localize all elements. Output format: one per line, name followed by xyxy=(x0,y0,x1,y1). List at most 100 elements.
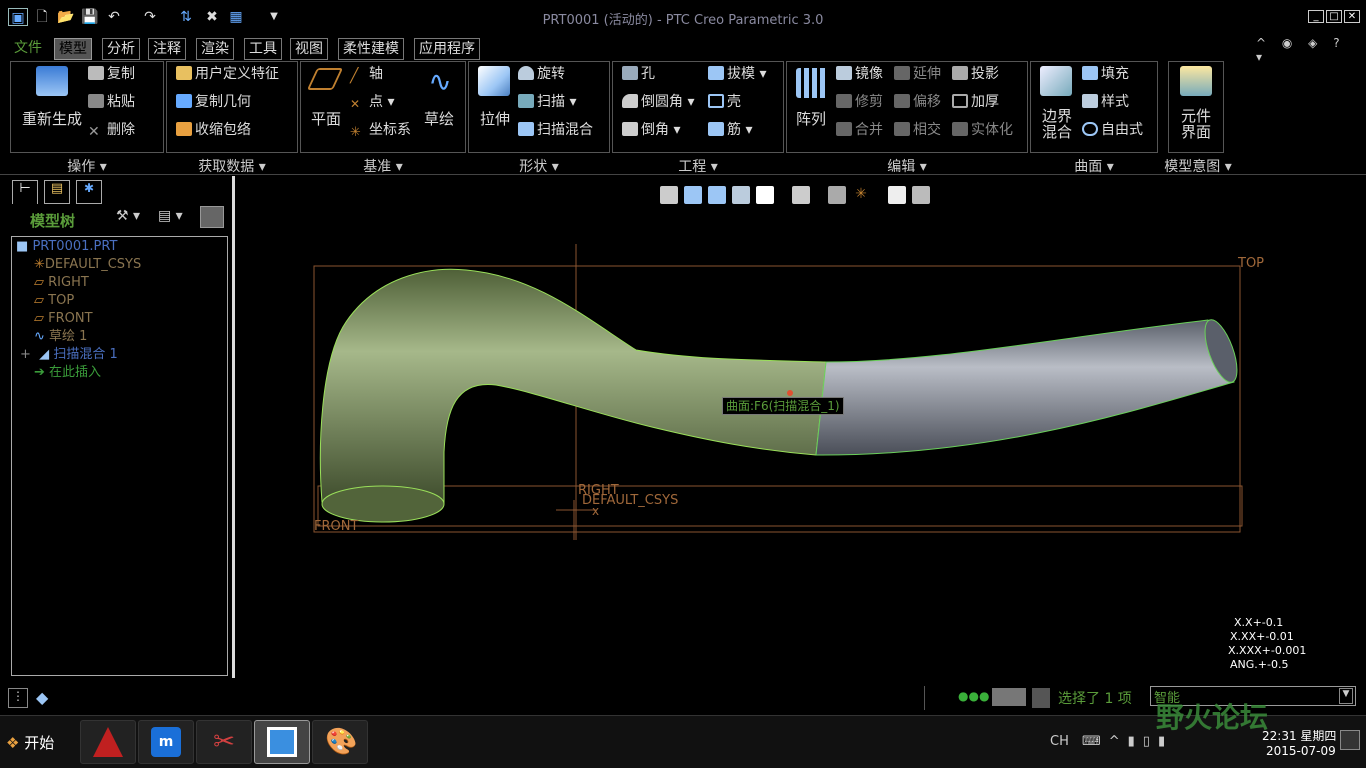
grid-icon[interactable]: ⋮ xyxy=(8,688,28,708)
tree-settings-icon[interactable]: ⚒ ▾ xyxy=(116,208,140,224)
pattern-icon[interactable] xyxy=(796,68,828,98)
freestyle-button[interactable]: 自由式 xyxy=(1082,121,1143,139)
maximize-button[interactable]: □ xyxy=(1326,10,1342,23)
style-button[interactable]: 样式 xyxy=(1082,93,1129,111)
boundary-blend-icon[interactable] xyxy=(1040,66,1072,96)
group-label-datum[interactable]: 基准 ▾ xyxy=(300,156,466,176)
tab-tools[interactable]: 工具 xyxy=(244,38,282,60)
repaint-icon[interactable] xyxy=(732,186,750,204)
command-search-icon[interactable] xyxy=(992,688,1026,706)
tree-item-csys[interactable]: ✳DEFAULT_CSYS xyxy=(34,257,141,273)
trim-button[interactable]: 修剪 xyxy=(836,93,883,111)
dropdown-arrow-icon[interactable]: ▼ xyxy=(1339,688,1353,704)
hole-button[interactable]: 孔 xyxy=(622,65,655,83)
clock-date[interactable]: 2015-07-09 xyxy=(1266,744,1336,758)
paint-taskbar-button[interactable]: 🎨 xyxy=(312,720,368,764)
tab-render[interactable]: 渲染 xyxy=(196,38,234,60)
tab-model[interactable]: 模型 xyxy=(54,38,92,60)
tab-view[interactable]: 视图 xyxy=(290,38,328,60)
selection-filter-icon[interactable] xyxy=(1032,688,1050,708)
tab-annotate[interactable]: 注释 xyxy=(148,38,186,60)
tree-columns-icon[interactable] xyxy=(200,206,224,228)
expand-icon[interactable]: + xyxy=(20,347,31,362)
view-manager-icon[interactable] xyxy=(792,186,810,204)
front-plane[interactable] xyxy=(317,485,1243,527)
round-button[interactable]: 倒圆角 ▾ xyxy=(622,93,694,111)
shell-button[interactable]: 壳 xyxy=(708,93,741,111)
group-label-editing[interactable]: 编辑 ▾ xyxy=(786,156,1028,176)
component-interface-icon[interactable] xyxy=(1180,66,1212,96)
sketch-label[interactable]: 草绘 xyxy=(418,110,460,128)
revolve-button[interactable]: 旋转 xyxy=(518,65,565,83)
autocad-taskbar-button[interactable] xyxy=(80,720,136,764)
tree-item-insert-here[interactable]: ➔ 在此插入 xyxy=(34,365,101,381)
close-button[interactable]: ✕ xyxy=(1344,10,1360,23)
tree-item-top[interactable]: ▱ TOP xyxy=(34,293,74,309)
refit-icon[interactable] xyxy=(660,186,678,204)
intersect-button[interactable]: 相交 xyxy=(894,121,941,139)
group-label-operations[interactable]: 操作 ▾ xyxy=(10,156,164,176)
group-label-surfaces[interactable]: 曲面 ▾ xyxy=(1030,156,1158,176)
favorites-tab-icon[interactable]: ✱ xyxy=(76,180,102,204)
tree-item-sketch[interactable]: ∿ 草绘 1 xyxy=(34,329,87,345)
regen-label[interactable]: 重新生成 xyxy=(20,110,84,128)
tab-flexible-modeling[interactable]: 柔性建模 xyxy=(338,38,404,60)
swept-blend-button[interactable]: 扫描混合 xyxy=(518,121,593,139)
status-lights-icon[interactable]: ●●● xyxy=(958,689,989,703)
saved-orientations-icon[interactable] xyxy=(756,186,774,204)
tab-file[interactable]: 文件 xyxy=(10,38,46,60)
tab-applications[interactable]: 应用程序 xyxy=(414,38,480,60)
tray-icons[interactable]: ⌨^▮▯▮ xyxy=(1082,734,1173,749)
input-language[interactable]: CH xyxy=(1050,734,1069,749)
extrude-label[interactable]: 拉伸 xyxy=(474,110,516,128)
draft-button[interactable]: 拔模 ▾ xyxy=(708,65,766,83)
chamfer-button[interactable]: 倒角 ▾ xyxy=(622,121,680,139)
merge-button[interactable]: 合并 xyxy=(836,121,883,139)
tree-item-part[interactable]: ■ PRT0001.PRT xyxy=(16,239,117,255)
extrude-icon[interactable] xyxy=(478,66,510,96)
udf-button[interactable]: 用户定义特征 xyxy=(176,65,279,83)
extend-button[interactable]: 延伸 xyxy=(894,65,941,83)
pattern-label[interactable]: 阵列 xyxy=(790,110,832,128)
project-button[interactable]: 投影 xyxy=(952,65,999,83)
tree-item-swept-blend[interactable]: + ◢ 扫描混合 1 xyxy=(20,347,118,363)
sketch-icon[interactable]: ∿ xyxy=(424,68,456,98)
zoom-in-icon[interactable] xyxy=(684,186,702,204)
offset-button[interactable]: 偏移 xyxy=(894,93,941,111)
minimize-button[interactable]: _ xyxy=(1308,10,1324,23)
snipping-taskbar-button[interactable]: ✂ xyxy=(196,720,252,764)
solidify-button[interactable]: 实体化 xyxy=(952,121,1013,139)
group-label-getdata[interactable]: 获取数据 ▾ xyxy=(166,156,298,176)
zoom-out-icon[interactable] xyxy=(708,186,726,204)
help-icons[interactable]: ^ ◉ ◈ ? ▾ xyxy=(1256,36,1366,64)
rib-button[interactable]: 筋 ▾ xyxy=(708,121,752,139)
paste-button[interactable]: 粘贴 xyxy=(88,93,135,111)
graphics-area[interactable] xyxy=(236,210,1366,550)
group-label-intent[interactable]: 模型意图 ▾ xyxy=(1160,156,1236,176)
group-label-shapes[interactable]: 形状 ▾ xyxy=(468,156,610,176)
tree-item-right[interactable]: ▱ RIGHT xyxy=(34,275,89,291)
axis-button[interactable]: ╱ 轴 xyxy=(350,65,383,84)
plane-label[interactable]: 平面 xyxy=(306,110,346,128)
thicken-button[interactable]: 加厚 xyxy=(952,93,999,111)
feature-icon[interactable]: ◆ xyxy=(36,688,48,707)
panel-sash[interactable] xyxy=(232,176,235,678)
regenerate-icon[interactable] xyxy=(36,66,68,96)
copy-button[interactable]: 复制 xyxy=(88,65,135,83)
group-label-engineering[interactable]: 工程 ▾ xyxy=(612,156,784,176)
display-style-icon[interactable] xyxy=(828,186,846,204)
shrinkwrap-button[interactable]: 收缩包络 xyxy=(176,121,251,139)
tree-filter-icon[interactable]: ▤ ▾ xyxy=(158,208,183,224)
copy-geometry-button[interactable]: 复制几何 xyxy=(176,93,251,111)
folder-browser-tab-icon[interactable]: ▤ xyxy=(44,180,70,204)
datum-display-icon[interactable]: ✳ xyxy=(852,186,870,204)
fill-button[interactable]: 填充 xyxy=(1082,65,1129,83)
point-button[interactable]: ✕ 点 ▾ xyxy=(350,93,394,111)
swept-blend-surface-grey[interactable] xyxy=(815,319,1235,456)
creo-taskbar-button[interactable] xyxy=(254,720,310,764)
start-button[interactable]: ❖ 开始 xyxy=(6,732,54,753)
boundary-blend-label[interactable]: 边界 混合 xyxy=(1036,108,1078,140)
mirror-button[interactable]: 镜像 xyxy=(836,65,883,83)
clock-time[interactable]: 22:31 星期四 xyxy=(1262,727,1336,744)
action-center-icon[interactable] xyxy=(1340,730,1360,750)
